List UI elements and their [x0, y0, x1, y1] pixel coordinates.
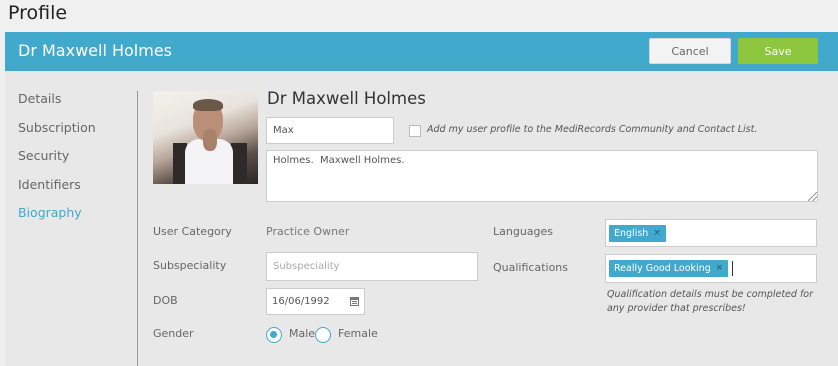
community-checkbox-label: Add my user profile to the MediRecords C…: [427, 124, 758, 135]
nav-item-identifiers[interactable]: Identifiers: [18, 176, 96, 205]
profile-content: Details Subscription Security Identifier…: [5, 71, 838, 366]
cancel-button[interactable]: Cancel: [649, 38, 731, 64]
gender-label: Gender: [153, 327, 194, 340]
language-tag: English ×: [609, 224, 666, 242]
qualifications-tag-input[interactable]: Really Good Looking ×: [605, 254, 817, 283]
nav-item-details[interactable]: Details: [18, 90, 96, 119]
first-name-input[interactable]: [266, 117, 394, 144]
qualifications-note: Qualification details must be completed …: [607, 289, 814, 314]
profile-display-name: Dr Maxwell Holmes: [267, 89, 426, 108]
dob-field[interactable]: 16/06/1992: [266, 288, 365, 315]
gender-male-radio[interactable]: [266, 327, 282, 343]
text-caret: [732, 261, 734, 276]
header-profile-name: Dr Maxwell Holmes: [18, 41, 172, 60]
qualification-tag: Really Good Looking ×: [609, 260, 729, 277]
profile-side-nav: Details Subscription Security Identifier…: [18, 90, 96, 233]
nav-item-subscription[interactable]: Subscription: [18, 119, 96, 148]
user-category-label: User Category: [153, 225, 232, 238]
save-button[interactable]: Save: [738, 38, 818, 64]
biography-textarea[interactable]: Holmes. Maxwell Holmes.: [266, 150, 818, 202]
dob-value: 16/06/1992: [272, 296, 330, 307]
close-icon[interactable]: ×: [653, 225, 661, 242]
gender-female-radio[interactable]: [315, 327, 331, 343]
close-icon[interactable]: ×: [716, 260, 724, 277]
subspeciality-input[interactable]: [266, 252, 478, 281]
calendar-icon[interactable]: [350, 297, 359, 306]
qualification-tag-label: Really Good Looking: [614, 263, 711, 274]
nav-item-biography[interactable]: Biography: [18, 204, 96, 233]
gender-female-label[interactable]: Female: [338, 327, 378, 340]
dob-label: DOB: [153, 294, 178, 307]
resize-handle-icon[interactable]: [808, 192, 817, 201]
languages-tag-input[interactable]: English ×: [605, 219, 817, 247]
subspeciality-label: Subspeciality: [153, 259, 227, 272]
nav-item-security[interactable]: Security: [18, 147, 96, 176]
user-category-value: Practice Owner: [266, 225, 350, 238]
profile-header-bar: Dr Maxwell Holmes Cancel Save: [5, 32, 838, 71]
profile-photo[interactable]: [153, 91, 258, 184]
community-checkbox[interactable]: [409, 125, 421, 137]
gender-male-label[interactable]: Male: [289, 327, 315, 340]
qualifications-label: Qualifications: [493, 261, 569, 274]
languages-label: Languages: [493, 225, 554, 238]
nav-divider: [137, 91, 138, 366]
language-tag-label: English: [614, 227, 649, 239]
page-title: Profile: [8, 2, 68, 24]
